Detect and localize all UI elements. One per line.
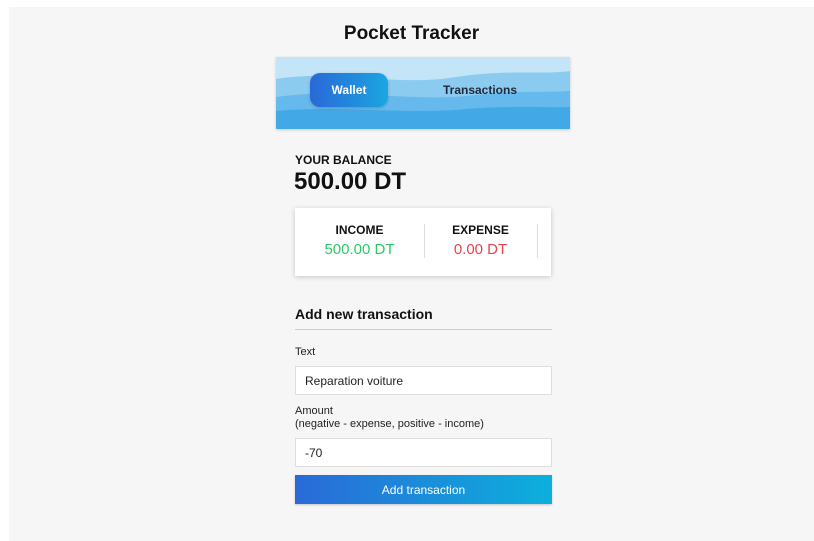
amount-field-label: Amount (negative - expense, positive - i… bbox=[295, 405, 484, 431]
text-input[interactable] bbox=[295, 366, 552, 395]
balance-value: 500.00 DT bbox=[294, 168, 407, 195]
add-transaction-button[interactable]: Add transaction bbox=[295, 475, 552, 504]
tab-bar: Wallet Transactions bbox=[276, 57, 570, 129]
tab-transactions[interactable]: Transactions bbox=[434, 73, 526, 107]
app-title: Pocket Tracker bbox=[343, 23, 480, 44]
income-value: 500.00 DT bbox=[324, 241, 395, 258]
text-label: Text bbox=[295, 346, 316, 358]
balance-label: YOUR BALANCE bbox=[295, 153, 392, 167]
text-field-label: Text bbox=[295, 346, 315, 359]
amount-hint: (negative - expense, positive - income) bbox=[295, 418, 484, 430]
amount-label: Amount bbox=[295, 405, 333, 417]
form-divider bbox=[295, 329, 552, 330]
form-title: Add new transaction bbox=[295, 306, 433, 322]
summary-divider-end bbox=[537, 224, 538, 258]
amount-input[interactable] bbox=[295, 438, 552, 467]
tab-wallet[interactable]: Wallet bbox=[310, 73, 388, 107]
expense-column: EXPENSE 0.00 DT bbox=[424, 208, 537, 276]
expense-label: EXPENSE bbox=[452, 223, 509, 237]
income-expense-card: INCOME 500.00 DT EXPENSE 0.00 DT bbox=[295, 208, 551, 276]
income-column: INCOME 500.00 DT bbox=[295, 208, 424, 276]
income-label: INCOME bbox=[335, 223, 384, 237]
expense-value: 0.00 DT bbox=[453, 241, 508, 258]
app-container: Pocket Tracker Wallet Transactions YOUR … bbox=[9, 7, 814, 541]
